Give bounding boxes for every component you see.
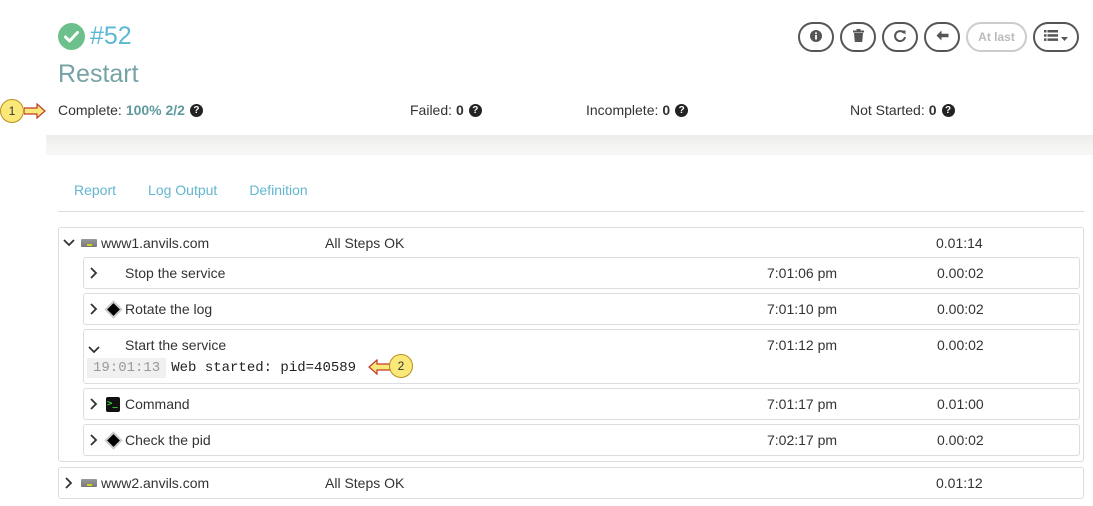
execution-stats: Complete: 100% 2/2 ? Failed: 0 ? Incompl… [0,102,1093,120]
list-icon [1044,30,1058,44]
refresh-icon [893,29,907,46]
step-name: Stop the service [125,265,226,281]
chevron-right-icon[interactable] [90,266,98,282]
delete-button[interactable] [840,22,876,52]
node-duration: 0.01:12 [936,475,983,491]
callout-arrow-left-icon [368,359,390,375]
stat-incomplete-value: 0 [662,102,671,118]
help-icon[interactable]: ? [468,103,482,117]
step-row[interactable]: >_ Command 7:01:17 pm 0.01:00 [83,388,1080,420]
at-last-button[interactable]: At last [966,22,1027,52]
log-message: Web started: pid=40589 [171,360,357,376]
back-button[interactable] [924,22,960,52]
diamond-icon [106,302,120,316]
node-row[interactable]: www2.anvils.com All Steps OK 0.01:12 [59,468,1083,498]
help-icon[interactable]: ? [675,103,689,117]
execution-title: #52 [58,22,132,51]
step-start-time: 7:01:06 pm [767,265,838,281]
stat-incomplete: Incomplete: 0 ? [586,102,689,118]
node-panel: www2.anvils.com All Steps OK 0.01:12 [58,467,1084,499]
info-icon [810,29,822,45]
callout-badge-2: 2 [389,354,413,378]
step-start-time: 7:02:17 pm [767,432,838,448]
stat-incomplete-label: Incomplete: [586,102,659,118]
trash-icon [852,29,864,45]
arrow-left-icon [936,30,949,44]
step-duration: 0.00:02 [937,265,984,281]
step-name: Rotate the log [125,301,213,317]
step-row[interactable]: Stop the service 7:01:06 pm 0.00:02 [83,257,1080,289]
output-tabs: Report Log Output Definition [58,182,1084,212]
step-name: Check the pid [125,432,211,448]
node-panel: www1.anvils.com All Steps OK 0.01:14 Sto… [58,227,1084,462]
node-duration: 0.01:14 [936,235,983,251]
node-status: All Steps OK [325,475,405,491]
stat-failed-label: Failed: [410,102,453,118]
step-duration: 0.00:02 [937,337,984,353]
step-duration: 0.01:00 [937,396,984,412]
stat-failed: Failed: 0 ? [410,102,482,118]
step-duration: 0.00:02 [937,432,984,448]
step-start-time: 7:01:10 pm [767,301,838,317]
step-duration: 0.00:02 [937,301,984,317]
execution-id-link[interactable]: #52 [90,22,132,51]
step-row[interactable]: Rotate the log 7:01:10 pm 0.00:02 [83,293,1080,325]
log-timestamp: 19:01:13 [87,358,167,378]
node-status: All Steps OK [325,235,405,251]
info-button[interactable] [798,22,834,52]
stat-complete-value: 100% 2/2 [125,102,185,118]
stat-failed-value: 0 [456,102,464,118]
help-icon[interactable]: ? [189,103,203,117]
tab-definition[interactable]: Definition [233,182,323,211]
tab-log-output[interactable]: Log Output [132,182,233,211]
stat-complete-label: Complete: [58,102,122,118]
step-name: Command [125,396,190,412]
chevron-down-icon[interactable] [63,234,75,250]
stat-complete: Complete: 100% 2/2 ? [58,102,203,118]
stat-not-started: Not Started: 0 ? [850,102,955,118]
server-icon [81,479,97,487]
caret-down-icon [1061,30,1068,44]
chevron-right-icon[interactable] [90,302,98,318]
node-row[interactable]: www1.anvils.com All Steps OK 0.01:14 [59,228,1083,258]
step-row-expanded[interactable]: Start the service 7:01:12 pm 0.00:02 19:… [83,329,1080,384]
node-name: www1.anvils.com [101,235,210,251]
step-start-time: 7:01:12 pm [767,337,838,353]
header-divider-band [46,135,1093,155]
node-name: www2.anvils.com [101,475,210,491]
step-row[interactable]: Check the pid 7:02:17 pm 0.00:02 [83,424,1080,456]
log-entry: 19:01:13 Web started: pid=40589 [87,358,356,378]
view-menu-button[interactable] [1033,22,1079,52]
chevron-right-icon[interactable] [90,433,98,449]
job-name[interactable]: Restart [58,60,139,89]
chevron-right-icon[interactable] [90,397,98,413]
help-icon[interactable]: ? [941,103,955,117]
step-name: Start the service [125,337,227,353]
rerun-button[interactable] [882,22,918,52]
chevron-right-icon[interactable] [65,476,73,492]
toolbar: At last [798,22,1079,52]
chevron-down-icon[interactable] [88,341,100,357]
check-circle-icon [58,23,85,50]
stat-not-started-label: Not Started: [850,102,925,118]
step-start-time: 7:01:17 pm [767,396,838,412]
tab-report[interactable]: Report [58,182,132,211]
server-icon [81,239,97,247]
diamond-icon [106,433,120,447]
stat-not-started-value: 0 [928,102,937,118]
terminal-icon: >_ [106,396,120,412]
